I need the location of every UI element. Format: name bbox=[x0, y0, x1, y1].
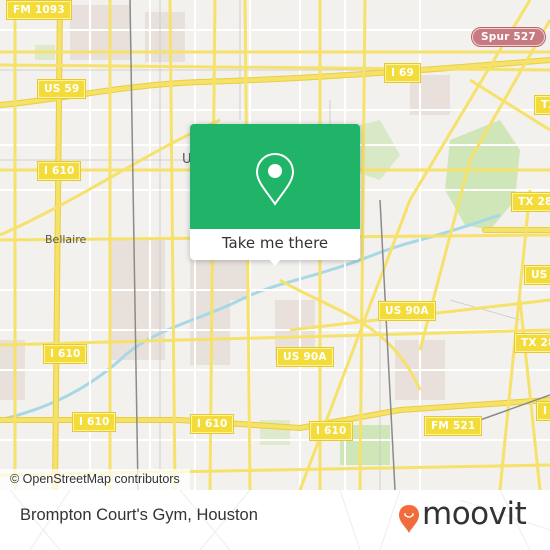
popup-header[interactable] bbox=[190, 124, 360, 229]
moovit-wordmark: moovit bbox=[422, 496, 527, 532]
shield-fm-521: FM 521 bbox=[423, 416, 483, 436]
shield-us-90a: US 90A bbox=[378, 301, 436, 321]
take-me-there-button[interactable]: Take me there bbox=[190, 229, 360, 260]
map-pin-icon bbox=[255, 152, 295, 206]
shield-us-90a-south: US 90A bbox=[276, 347, 334, 367]
shield-i-610-west: I 610 bbox=[42, 344, 88, 364]
shield-i-69: I 69 bbox=[384, 63, 421, 83]
place-title: Brompton Court's Gym, Houston bbox=[20, 506, 258, 524]
shield-i: I bbox=[535, 401, 550, 421]
shield-us-59: US 59 bbox=[36, 79, 87, 99]
shield-tx-28: TX 28 bbox=[514, 333, 550, 353]
shield-i-610-east: I 610 bbox=[308, 421, 354, 441]
shield-tx: TX bbox=[534, 95, 550, 115]
popup-tail bbox=[268, 258, 282, 266]
map[interactable]: Bellaire U FM 1093 US 59 I 610 I 69 Spur… bbox=[0, 0, 550, 490]
map-attribution[interactable]: © OpenStreetMap contributors bbox=[0, 469, 190, 490]
place-label-bellaire: Bellaire bbox=[45, 233, 87, 246]
shield-spur-527: Spur 527 bbox=[471, 27, 546, 47]
shield-i-610-south: I 610 bbox=[189, 414, 235, 434]
shield-i-610-south-west: I 610 bbox=[71, 412, 117, 432]
footer: Brompton Court's Gym, Houston moovit bbox=[0, 490, 550, 550]
take-me-there-popup[interactable]: Take me there bbox=[190, 124, 360, 266]
shield-i-610: I 610 bbox=[36, 161, 82, 181]
shield-tx-288: TX 288 bbox=[510, 192, 550, 212]
shield-us-9: US 9 bbox=[524, 265, 550, 285]
moovit-pin-icon bbox=[399, 505, 419, 533]
shield-fm-1093: FM 1093 bbox=[6, 0, 72, 20]
